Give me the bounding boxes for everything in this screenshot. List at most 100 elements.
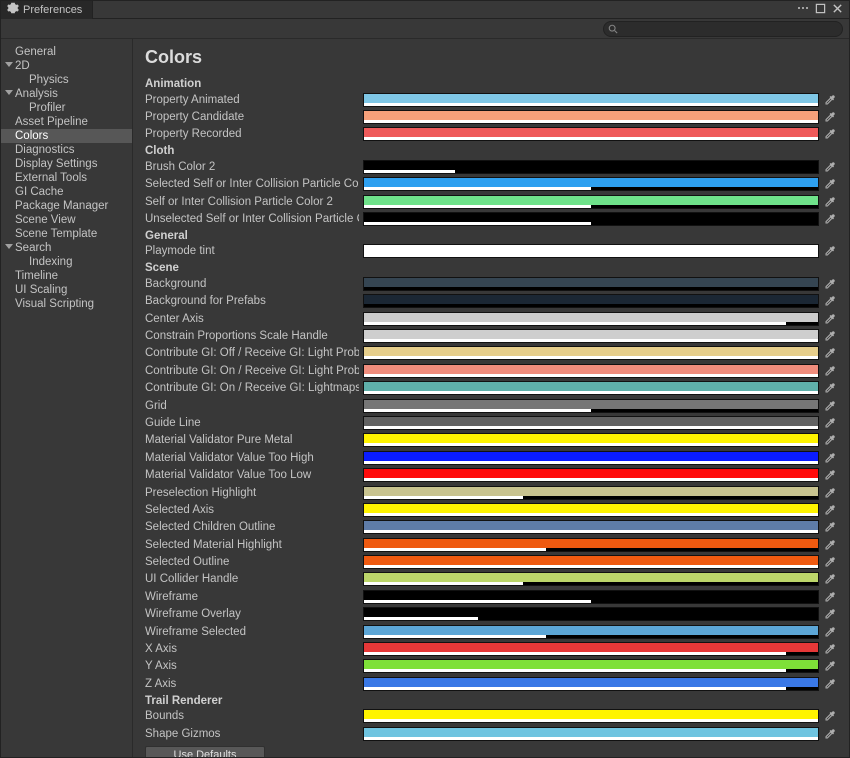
eyedropper-icon[interactable] <box>823 555 837 569</box>
color-field[interactable] <box>363 486 819 500</box>
eyedropper-icon[interactable] <box>823 572 837 586</box>
color-field[interactable] <box>363 416 819 430</box>
sidebar-item-diagnostics[interactable]: Diagnostics <box>1 143 132 157</box>
color-field[interactable] <box>363 607 819 621</box>
color-field[interactable] <box>363 127 819 141</box>
eyedropper-icon[interactable] <box>823 642 837 656</box>
color-field[interactable] <box>363 433 819 447</box>
color-field[interactable] <box>363 625 819 639</box>
sidebar-item-asset-pipeline[interactable]: Asset Pipeline <box>1 115 132 129</box>
sidebar-item-scene-template[interactable]: Scene Template <box>1 227 132 241</box>
eyedropper-icon[interactable] <box>823 709 837 723</box>
eyedropper-icon[interactable] <box>823 659 837 673</box>
sidebar-item-visual-scripting[interactable]: Visual Scripting <box>1 297 132 311</box>
use-defaults-button[interactable]: Use Defaults <box>145 746 265 757</box>
color-field[interactable] <box>363 346 819 360</box>
eyedropper-icon[interactable] <box>823 329 837 343</box>
eyedropper-icon[interactable] <box>823 93 837 107</box>
eyedropper-icon[interactable] <box>823 195 837 209</box>
color-field[interactable] <box>363 590 819 604</box>
eyedropper-icon[interactable] <box>823 468 837 482</box>
eyedropper-icon[interactable] <box>823 677 837 691</box>
color-field[interactable] <box>363 312 819 326</box>
eyedropper-icon[interactable] <box>823 486 837 500</box>
color-field[interactable] <box>363 244 819 258</box>
menu-icon[interactable] <box>797 2 809 17</box>
sidebar-item-analysis[interactable]: Analysis <box>1 87 132 101</box>
sidebar-item-timeline[interactable]: Timeline <box>1 269 132 283</box>
color-field[interactable] <box>363 160 819 174</box>
color-swatch <box>364 556 818 565</box>
color-field[interactable] <box>363 451 819 465</box>
eyedropper-icon[interactable] <box>823 607 837 621</box>
color-field[interactable] <box>363 110 819 124</box>
color-field[interactable] <box>363 520 819 534</box>
eyedropper-icon[interactable] <box>823 277 837 291</box>
eyedropper-icon[interactable] <box>823 177 837 191</box>
color-field[interactable] <box>363 659 819 673</box>
color-swatch <box>364 94 818 103</box>
color-field[interactable] <box>363 381 819 395</box>
eyedropper-icon[interactable] <box>823 538 837 552</box>
sidebar-item-colors[interactable]: Colors <box>1 129 132 143</box>
color-row: Playmode tint <box>145 243 837 260</box>
eyedropper-icon[interactable] <box>823 110 837 124</box>
eyedropper-icon[interactable] <box>823 433 837 447</box>
color-field[interactable] <box>363 572 819 586</box>
color-field[interactable] <box>363 555 819 569</box>
eyedropper-icon[interactable] <box>823 160 837 174</box>
color-field[interactable] <box>363 93 819 107</box>
color-field[interactable] <box>363 727 819 741</box>
color-field[interactable] <box>363 364 819 378</box>
maximize-icon[interactable] <box>815 3 826 17</box>
eyedropper-icon[interactable] <box>823 312 837 326</box>
sidebar-item-general[interactable]: General <box>1 45 132 59</box>
eyedropper-icon[interactable] <box>823 503 837 517</box>
eyedropper-icon[interactable] <box>823 399 837 413</box>
eyedropper-icon[interactable] <box>823 381 837 395</box>
color-field[interactable] <box>363 642 819 656</box>
color-field[interactable] <box>363 399 819 413</box>
color-label: Selected Outline <box>145 556 359 568</box>
color-field[interactable] <box>363 538 819 552</box>
color-field[interactable] <box>363 195 819 209</box>
color-field[interactable] <box>363 677 819 691</box>
color-field[interactable] <box>363 277 819 291</box>
eyedropper-icon[interactable] <box>823 212 837 226</box>
eyedropper-icon[interactable] <box>823 364 837 378</box>
color-field[interactable] <box>363 468 819 482</box>
sidebar-item-display-settings[interactable]: Display Settings <box>1 157 132 171</box>
sidebar-item-ui-scaling[interactable]: UI Scaling <box>1 283 132 297</box>
color-field[interactable] <box>363 709 819 723</box>
sidebar-item-physics[interactable]: Physics <box>1 73 132 87</box>
color-label: Self or Inter Collision Particle Color 2 <box>145 196 359 208</box>
color-label: Material Validator Value Too High <box>145 452 359 464</box>
sidebar-item-scene-view[interactable]: Scene View <box>1 213 132 227</box>
eyedropper-icon[interactable] <box>823 590 837 604</box>
color-field[interactable] <box>363 329 819 343</box>
color-field[interactable] <box>363 177 819 191</box>
eyedropper-icon[interactable] <box>823 727 837 741</box>
eyedropper-icon[interactable] <box>823 625 837 639</box>
eyedropper-icon[interactable] <box>823 416 837 430</box>
sidebar-item-profiler[interactable]: Profiler <box>1 101 132 115</box>
eyedropper-icon[interactable] <box>823 451 837 465</box>
tab-preferences[interactable]: Preferences <box>1 1 93 19</box>
eyedropper-icon[interactable] <box>823 520 837 534</box>
eyedropper-icon[interactable] <box>823 346 837 360</box>
color-row: Unselected Self or Inter Collision Parti… <box>145 210 837 227</box>
sidebar-item-indexing[interactable]: Indexing <box>1 255 132 269</box>
eyedropper-icon[interactable] <box>823 127 837 141</box>
sidebar-item-2d[interactable]: 2D <box>1 59 132 73</box>
eyedropper-icon[interactable] <box>823 244 837 258</box>
sidebar-item-package-manager[interactable]: Package Manager <box>1 199 132 213</box>
eyedropper-icon[interactable] <box>823 294 837 308</box>
sidebar-item-external-tools[interactable]: External Tools <box>1 171 132 185</box>
search-input[interactable] <box>603 21 843 37</box>
close-icon[interactable] <box>832 3 843 17</box>
sidebar-item-search[interactable]: Search <box>1 241 132 255</box>
color-field[interactable] <box>363 503 819 517</box>
color-field[interactable] <box>363 294 819 308</box>
color-field[interactable] <box>363 212 819 226</box>
sidebar-item-gi-cache[interactable]: GI Cache <box>1 185 132 199</box>
